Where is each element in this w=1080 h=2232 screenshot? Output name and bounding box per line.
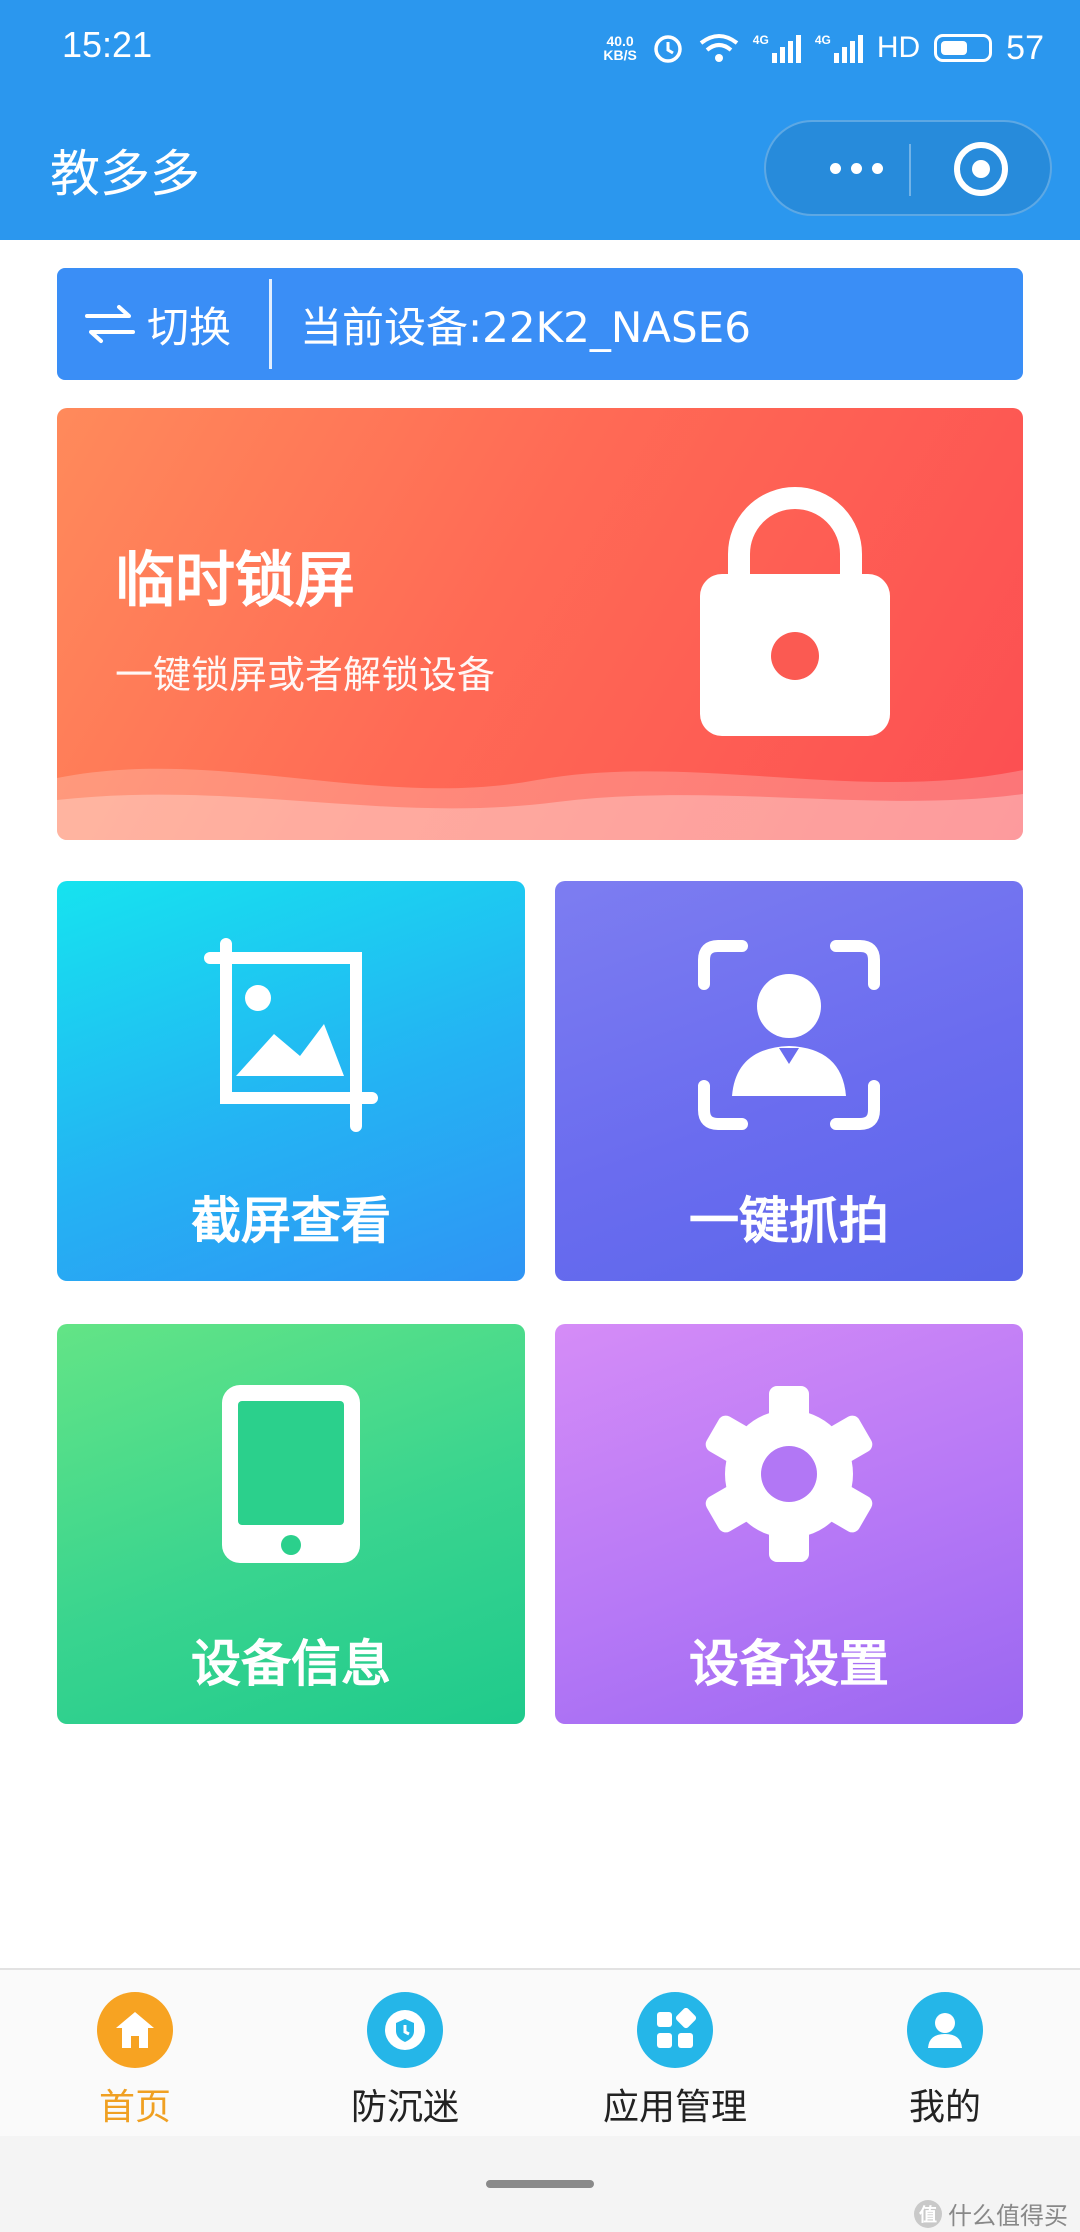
watermark-text: 什么值得买 [948,2202,1068,2230]
tile-label: 截屏查看 [191,1192,391,1250]
status-time: 15:21 [62,24,153,65]
tab-label: 防沉迷 [350,2087,459,2128]
tile-label: 设备信息 [191,1635,391,1693]
tab-label: 我的 [908,2087,981,2128]
apps-grid-icon [637,1992,713,2068]
banner-subtitle: 一键锁屏或者解锁设备 [115,653,496,697]
watermark-badge: 值 [914,2199,942,2228]
miniprogram-capsule [764,120,1052,216]
switch-device-button[interactable]: 切换 [57,268,269,380]
home-gesture-handle[interactable] [486,2180,594,2188]
user-icon [907,1992,983,2068]
top-bar: 15:21 40.0 KB/S 4G 4G HD 57 教多多 [0,0,1080,240]
alarm-icon [654,35,682,63]
bottom-tab-bar: 首页 防沉迷 应用管理 我的 [0,1968,1080,2136]
watermark: 值 什么值得买 [914,2196,1068,2231]
title-bar: 教多多 [0,120,1080,216]
more-dots-icon [829,162,841,174]
tab-label: 首页 [98,2087,171,2128]
tab-anti-addiction[interactable]: 防沉迷 [270,1970,540,2136]
clock-shield-icon [367,1992,443,2068]
tab-app-management[interactable]: 应用管理 [540,1970,810,2136]
signal-sim1-icon: 4G [753,33,801,63]
tile-one-key-capture[interactable]: 一键抓拍 [555,881,1023,1281]
temp-lock-banner[interactable]: 临时锁屏 一键锁屏或者解锁设备 [57,408,1023,840]
lock-icon [700,487,890,736]
wifi-icon [699,34,739,62]
current-device-label: 当前设备:22K2_NASE6 [300,302,751,352]
face-capture-icon [698,940,880,1130]
tab-home[interactable]: 首页 [0,1970,270,2136]
gear-icon [705,1386,873,1562]
home-icon [97,1992,173,2068]
page-title: 教多多 [50,145,200,203]
signal-sim2-icon: 4G [815,33,863,63]
banner-title: 临时锁屏 [115,546,355,616]
tile-screenshot-view[interactable]: 截屏查看 [57,881,525,1281]
hd-indicator: HD [876,31,921,64]
capsule-divider [909,144,911,196]
tab-label: 应用管理 [602,2087,747,2128]
close-target-icon[interactable] [954,142,1008,196]
tablet-icon [222,1385,360,1563]
tab-mine[interactable]: 我的 [810,1970,1080,2136]
banner-wave-decoration [57,768,1023,840]
battery-level: 57 [1006,28,1044,67]
tile-label: 一键抓拍 [689,1192,889,1250]
tile-device-info[interactable]: 设备信息 [57,1324,525,1724]
battery-icon [934,34,993,62]
status-bar: 15:21 40.0 KB/S 4G 4G HD 57 [0,0,1080,96]
tile-label: 设备设置 [689,1635,889,1693]
network-speed: 40.0 KB/S [603,33,637,63]
tile-device-settings[interactable]: 设备设置 [555,1324,1023,1724]
status-icons: 40.0 KB/S 4G 4G HD 57 [603,24,1044,72]
image-crop-icon [204,938,378,1132]
device-bar: 切换 当前设备:22K2_NASE6 [57,268,1023,380]
swap-arrows-icon [85,305,135,343]
device-bar-divider [269,279,272,369]
more-button[interactable] [806,122,906,214]
switch-label: 切换 [147,302,232,352]
